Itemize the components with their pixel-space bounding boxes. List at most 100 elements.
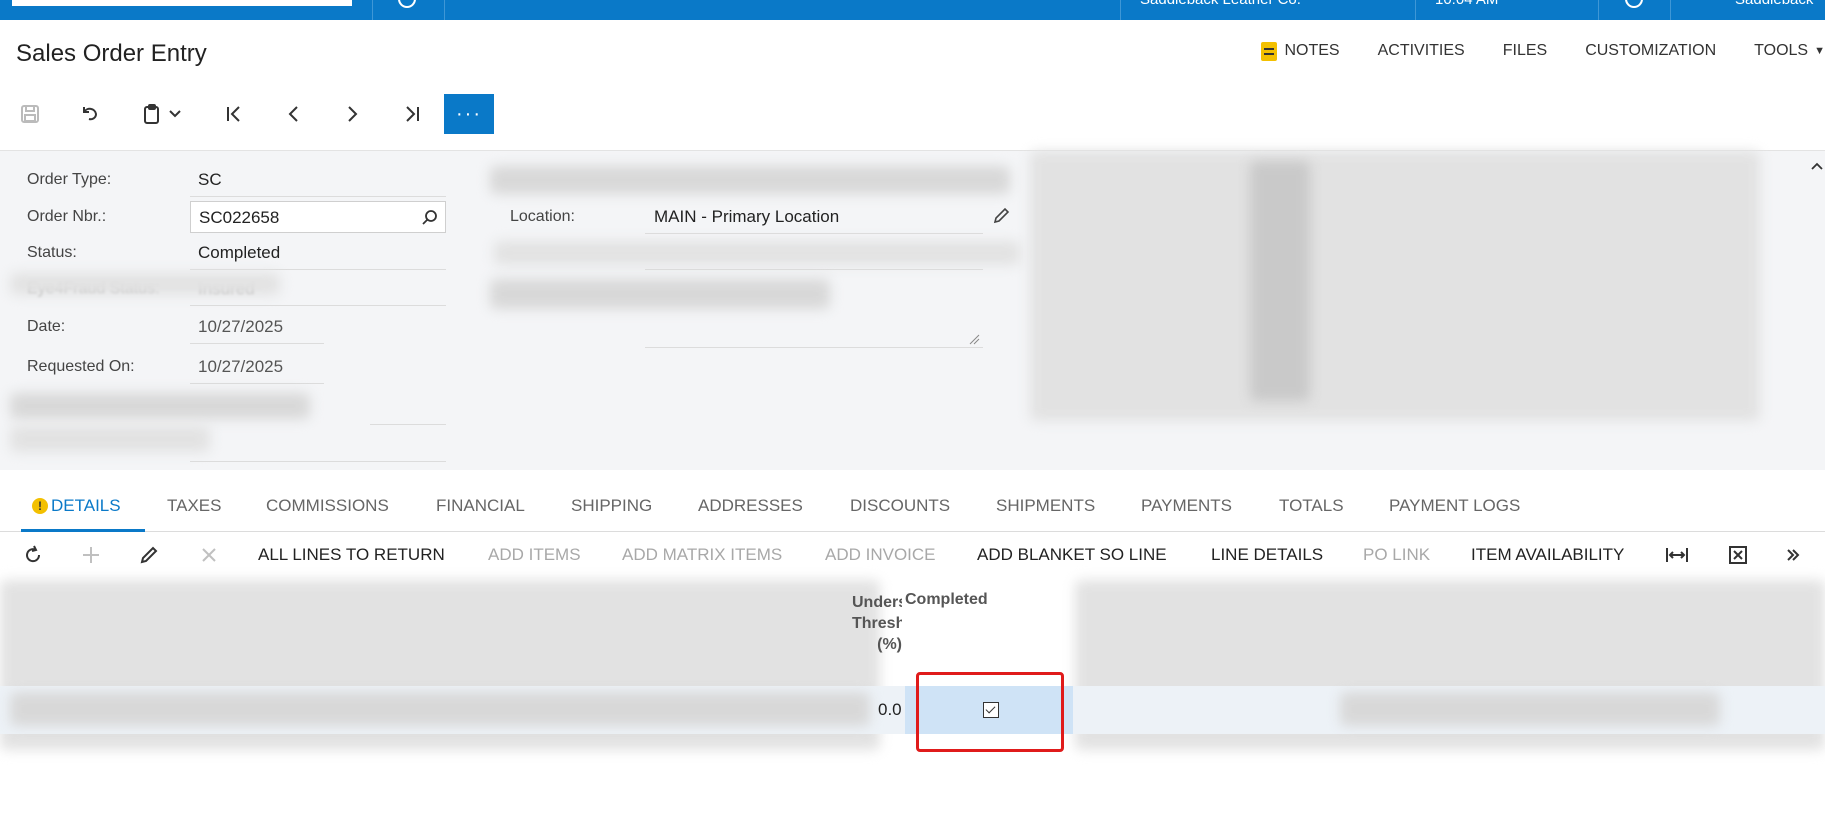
next-record-button[interactable] bbox=[338, 94, 366, 134]
order-type-label: Order Type: bbox=[27, 171, 112, 188]
undership-threshold-header[interactable]: Undership Threshold (%) bbox=[852, 592, 902, 664]
undo-icon bbox=[83, 107, 98, 121]
order-nbr-label: Order Nbr.: bbox=[27, 208, 107, 225]
status-value: Completed bbox=[198, 243, 281, 262]
more-toolbar-button[interactable] bbox=[1782, 544, 1804, 566]
last-record-button[interactable] bbox=[398, 94, 426, 134]
item-availability-button[interactable]: ITEM AVAILABILITY bbox=[1471, 545, 1624, 565]
notes-icon bbox=[1261, 41, 1278, 61]
notifications-icon[interactable] bbox=[1625, 0, 1643, 8]
add-blanket-so-line-button[interactable]: ADD BLANKET SO LINE bbox=[977, 545, 1167, 565]
location-label: Location: bbox=[510, 208, 575, 225]
active-tab-indicator bbox=[21, 529, 145, 532]
location-value[interactable]: MAIN - Primary Location bbox=[654, 207, 839, 227]
page-title: Sales Order Entry bbox=[16, 40, 207, 67]
details-tabs: ! DETAILS TAXES COMMISSIONS FINANCIAL SHI… bbox=[0, 478, 1825, 532]
redacted-field bbox=[494, 241, 1020, 265]
tools-label: TOOLS bbox=[1754, 42, 1809, 59]
pencil-icon bbox=[140, 546, 158, 564]
completed-column-header[interactable]: Completed bbox=[905, 591, 988, 609]
redacted-row-values bbox=[1340, 692, 1720, 726]
tab-addresses[interactable]: ADDRESSES bbox=[698, 496, 803, 516]
tools-menu[interactable]: TOOLS ▼ bbox=[1754, 42, 1825, 60]
divider bbox=[1598, 0, 1599, 20]
help-icon[interactable] bbox=[398, 0, 416, 8]
order-nbr-field[interactable]: SC022658 bbox=[190, 201, 446, 233]
undership-threshold-value: 0.00 bbox=[878, 700, 902, 719]
tab-payments[interactable]: PAYMENTS bbox=[1141, 496, 1232, 516]
grid-toolbar: ALL LINES TO RETURN ADD ITEMS ADD MATRIX… bbox=[0, 536, 1825, 576]
divider bbox=[645, 269, 983, 270]
tab-financial[interactable]: FINANCIAL bbox=[436, 496, 525, 516]
all-lines-to-return-button[interactable]: ALL LINES TO RETURN bbox=[258, 545, 445, 565]
divider bbox=[372, 0, 373, 20]
redacted-field bbox=[490, 166, 1010, 194]
first-icon bbox=[227, 106, 240, 122]
top-nav-bar: Saddleback Leather Co. 10:04 AM Saddleba… bbox=[0, 0, 1825, 20]
redacted-panel bbox=[1030, 151, 1760, 421]
divider bbox=[190, 461, 446, 462]
line-details-button[interactable]: LINE DETAILS bbox=[1211, 545, 1323, 565]
redacted-field bbox=[490, 279, 830, 309]
export-excel-button[interactable] bbox=[1727, 544, 1749, 566]
add-row-button[interactable] bbox=[80, 544, 102, 566]
activities-link[interactable]: ACTIVITIES bbox=[1378, 42, 1465, 60]
tab-discounts[interactable]: DISCOUNTS bbox=[850, 496, 950, 516]
tab-shipments[interactable]: SHIPMENTS bbox=[996, 496, 1095, 516]
tab-totals[interactable]: TOTALS bbox=[1279, 496, 1344, 516]
date-value[interactable]: 10/27/2025 bbox=[198, 317, 283, 337]
redacted-row-values bbox=[10, 692, 870, 726]
fit-width-icon bbox=[1666, 548, 1688, 562]
redacted-field bbox=[10, 426, 210, 452]
notes-label: NOTES bbox=[1284, 42, 1340, 59]
user-menu[interactable]: Saddleback bbox=[1735, 0, 1813, 8]
top-links: NOTES ACTIVITIES FILES CUSTOMIZATION TOO… bbox=[1223, 40, 1825, 62]
divider bbox=[1120, 0, 1121, 20]
divider bbox=[370, 424, 446, 425]
divider bbox=[645, 233, 983, 234]
chevron-right-icon bbox=[348, 106, 358, 122]
add-matrix-items-button[interactable]: ADD MATRIX ITEMS bbox=[622, 545, 782, 565]
save-button[interactable] bbox=[16, 94, 44, 134]
undo-button[interactable] bbox=[76, 94, 104, 134]
divider bbox=[444, 0, 445, 20]
notes-link[interactable]: NOTES bbox=[1261, 41, 1340, 61]
tab-commissions[interactable]: COMMISSIONS bbox=[266, 496, 389, 516]
close-icon bbox=[202, 548, 216, 562]
tab-shipping[interactable]: SHIPPING bbox=[571, 496, 652, 516]
company-name[interactable]: Saddleback Leather Co. bbox=[1140, 0, 1301, 8]
first-record-button[interactable] bbox=[220, 94, 248, 134]
requested-on-value[interactable]: 10/27/2025 bbox=[198, 357, 283, 377]
chevron-left-icon bbox=[288, 106, 298, 122]
tab-payment-logs[interactable]: PAYMENT LOGS bbox=[1389, 496, 1520, 516]
requested-on-label: Requested On: bbox=[27, 358, 135, 375]
edit-icon bbox=[993, 207, 1010, 224]
refresh-button[interactable] bbox=[22, 544, 44, 566]
tab-taxes[interactable]: TAXES bbox=[167, 496, 221, 516]
customization-link[interactable]: CUSTOMIZATION bbox=[1585, 42, 1716, 60]
tab-details[interactable]: ! DETAILS bbox=[32, 496, 121, 516]
order-type-value[interactable]: SC bbox=[198, 170, 222, 190]
copy-paste-button[interactable] bbox=[136, 94, 188, 134]
highlight-annotation bbox=[916, 672, 1064, 752]
global-search-input[interactable] bbox=[12, 0, 352, 6]
delete-row-button[interactable] bbox=[198, 544, 220, 566]
divider bbox=[190, 269, 446, 270]
order-nbr-value: SC022658 bbox=[199, 208, 280, 227]
redacted-field bbox=[10, 393, 310, 419]
clipboard-icon bbox=[144, 104, 159, 124]
divider bbox=[190, 383, 324, 384]
po-link-button[interactable]: PO LINK bbox=[1363, 545, 1430, 565]
divider bbox=[190, 343, 324, 344]
edit-row-button[interactable] bbox=[138, 544, 160, 566]
more-actions-button[interactable]: ··· bbox=[444, 94, 494, 134]
divider bbox=[190, 305, 446, 306]
add-invoice-button[interactable]: ADD INVOICE bbox=[825, 545, 936, 565]
add-items-button[interactable]: ADD ITEMS bbox=[488, 545, 581, 565]
fit-columns-button[interactable] bbox=[1666, 544, 1688, 566]
excel-icon bbox=[1729, 546, 1747, 564]
files-link[interactable]: FILES bbox=[1503, 42, 1547, 60]
status-label: Status: bbox=[27, 244, 77, 261]
double-chevron-right-icon bbox=[1787, 549, 1800, 561]
previous-record-button[interactable] bbox=[280, 94, 308, 134]
